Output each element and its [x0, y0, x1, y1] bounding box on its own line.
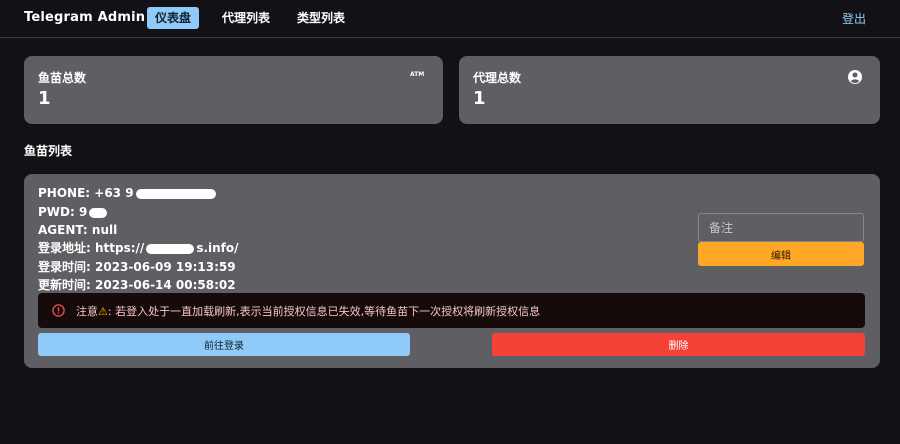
phone-value: +63 9: [94, 186, 134, 200]
redaction-mark: [146, 243, 195, 254]
pwd-value: 9: [78, 205, 88, 219]
app-brand: Telegram Admin: [24, 10, 146, 25]
atm-icon: ATM: [410, 71, 424, 78]
stat-title: 代理总数: [473, 71, 522, 85]
stat-value: 1: [473, 88, 486, 109]
update-time-line: 更新时间: 2023-06-14 00:58:02: [38, 276, 236, 294]
update-time-value: 2023-06-14 00:58:02: [95, 278, 236, 292]
stat-title: 鱼苗总数: [38, 71, 87, 85]
login-url-label: 登录地址:: [38, 241, 91, 255]
redaction-mark: [135, 188, 216, 199]
tab-agent-list[interactable]: 代理列表: [214, 7, 278, 29]
svg-text:ATM: ATM: [410, 71, 424, 78]
update-time-label: 更新时间:: [38, 278, 91, 292]
pwd-label: PWD:: [38, 205, 75, 219]
alert-text: 注意⚠: 若登入处于一直加载刷新,表示当前授权信息已失效,等待鱼苗下一次授权将刷…: [76, 303, 540, 319]
logout-link[interactable]: 登出: [842, 10, 866, 27]
stat-card-fish-total: 鱼苗总数 1 ATM: [24, 56, 443, 124]
phone-label: PHONE:: [38, 186, 91, 200]
alert-message: : 若登入处于一直加载刷新,表示当前授权信息已失效,等待鱼苗下一次授权将刷新授权…: [107, 305, 541, 318]
stat-value: 1: [38, 88, 51, 109]
warning-icon: ⚠: [98, 305, 108, 318]
login-time-line: 登录时间: 2023-06-09 19:13:59: [38, 258, 236, 276]
pwd-line: PWD: 9: [38, 203, 108, 221]
alert-prefix: 注意: [76, 305, 98, 318]
error-outline-icon: [52, 304, 65, 317]
login-url-suffix: s.info/: [196, 241, 239, 255]
delete-button[interactable]: 删除: [492, 333, 865, 356]
tab-type-list[interactable]: 类型列表: [289, 7, 353, 29]
note-input[interactable]: [698, 213, 864, 242]
redaction-mark: [89, 207, 108, 218]
login-time-value: 2023-06-09 19:13:59: [95, 260, 236, 274]
account-circle-icon: [848, 70, 862, 84]
login-url-line: 登录地址: https:// s.info/: [38, 239, 239, 257]
warning-alert: 注意⚠: 若登入处于一直加载刷新,表示当前授权信息已失效,等待鱼苗下一次授权将刷…: [38, 293, 865, 328]
agent-line: AGENT: null: [38, 221, 117, 239]
top-navbar: Telegram Admin 仪表盘 代理列表 类型列表 登出: [0, 0, 900, 38]
login-time-label: 登录时间:: [38, 260, 91, 274]
edit-button[interactable]: 编辑: [698, 242, 864, 266]
phone-line: PHONE: +63 9: [38, 184, 216, 202]
login-url-prefix: https://: [95, 241, 145, 255]
section-title: 鱼苗列表: [24, 144, 73, 158]
tab-dashboard[interactable]: 仪表盘: [147, 7, 200, 29]
agent-value: null: [91, 223, 118, 237]
fish-record-card: PHONE: +63 9 PWD: 9 AGENT: null 登录地址: ht…: [24, 174, 880, 368]
goto-login-button[interactable]: 前往登录: [38, 333, 410, 356]
agent-label: AGENT:: [38, 223, 88, 237]
stat-card-agent-total: 代理总数 1: [459, 56, 880, 124]
